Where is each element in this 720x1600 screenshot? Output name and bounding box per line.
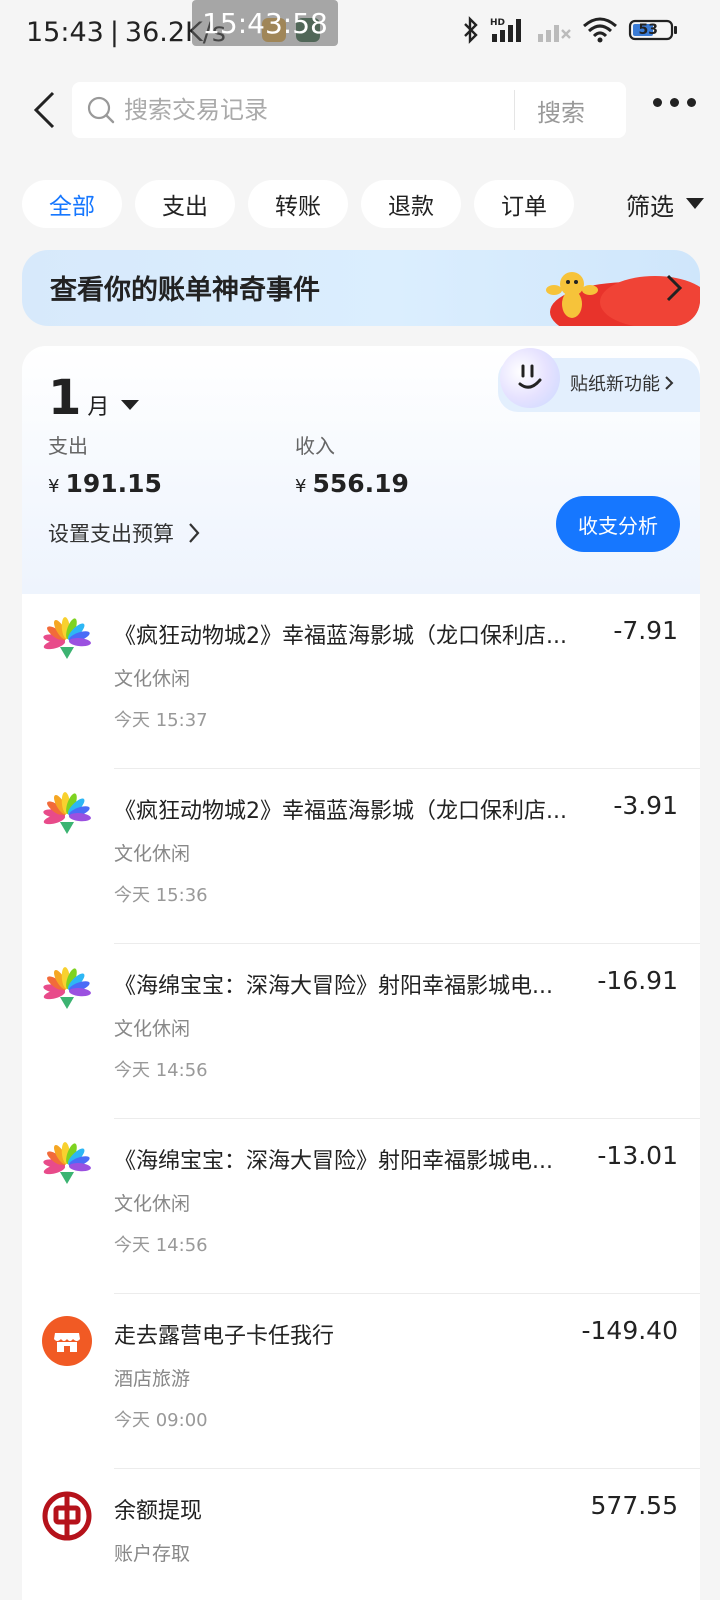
svg-text:HD: HD	[490, 18, 505, 28]
transaction-time: 今天 15:37	[114, 710, 208, 731]
chevron-right-icon	[665, 376, 674, 390]
tab-order[interactable]: 订单	[474, 180, 574, 228]
transaction-title: 《疯狂动物城2》幸福蓝海影城（龙口保利店...	[114, 624, 567, 649]
monthly-summary: 贴纸新功能 1 月 支出 ¥191.15 收入 ¥556.19 设置支出预算 收…	[22, 346, 700, 594]
transaction-row[interactable]: 《疯狂动物城2》幸福蓝海影城（龙口保利店... 文化休闲 今天 15:36 -3…	[22, 769, 700, 944]
chevron-right-icon	[189, 523, 200, 543]
signal-weak-icon	[538, 25, 571, 42]
transaction-category: 文化休闲	[114, 1018, 191, 1040]
battery-level: 53	[638, 22, 658, 38]
transaction-title: 走去露营电子卡任我行	[114, 1324, 335, 1349]
status-clock-overlay: 15:43:58	[192, 0, 338, 46]
transaction-category: 文化休闲	[114, 843, 191, 865]
transaction-title: 《海绵宝宝：深海大冒险》射阳幸福影城电...	[114, 974, 553, 999]
transaction-row[interactable]: 《海绵宝宝：深海大冒险》射阳幸福影城电... 文化休闲 今天 14:56 -13…	[22, 1119, 700, 1294]
movie-flower-icon	[43, 967, 91, 1009]
transaction-amount: -7.91	[613, 616, 678, 645]
transaction-amount: -13.01	[597, 1141, 678, 1170]
smiley-face-icon	[500, 348, 560, 408]
wifi-icon	[583, 17, 617, 43]
set-budget-label: 设置支出预算	[48, 522, 174, 546]
back-arrow-icon	[33, 91, 55, 129]
transaction-category: 文化休闲	[114, 1193, 191, 1215]
smiley-icon	[518, 364, 542, 389]
caret-down-icon	[686, 198, 704, 209]
more-dot-icon	[653, 98, 662, 107]
income-stat: 收入 ¥556.19	[295, 430, 409, 498]
bluetooth-icon	[464, 16, 478, 44]
expense-stat: 支出 ¥191.15	[48, 430, 162, 498]
transaction-category: 文化休闲	[114, 668, 191, 690]
expense-value: 191.15	[65, 469, 162, 498]
search-input[interactable]	[124, 96, 514, 124]
transaction-time: 今天 09:00	[114, 1410, 208, 1431]
transaction-time: 今天 14:56	[114, 1060, 208, 1081]
transaction-row[interactable]: 走去露营电子卡任我行 酒店旅游 今天 09:00 -149.40	[22, 1294, 700, 1469]
month-number: 1	[48, 370, 82, 426]
transaction-title: 余额提现	[114, 1499, 203, 1524]
sticker-feature-text: 贴纸新功能	[570, 374, 660, 395]
movie-flower-icon	[43, 1142, 91, 1184]
income-expense-analysis-button[interactable]: 收支分析	[556, 496, 680, 552]
more-options-button[interactable]	[653, 98, 696, 107]
filter-dropdown[interactable]: 筛选	[610, 180, 704, 228]
bank-icon	[42, 1491, 92, 1541]
movie-flower-icon	[43, 792, 91, 834]
more-dot-icon	[687, 98, 696, 107]
header: 搜索	[0, 80, 720, 140]
transaction-amount: -16.91	[597, 966, 678, 995]
transaction-row[interactable]: 余额提现 账户存取 577.55	[22, 1469, 700, 1600]
tab-all[interactable]: 全部	[22, 180, 122, 228]
transaction-title: 《海绵宝宝：深海大冒险》射阳幸福影城电...	[114, 1149, 553, 1174]
chevron-right-icon	[666, 274, 683, 302]
transaction-time: 今天 15:36	[114, 885, 208, 906]
more-dot-icon	[670, 98, 679, 107]
bill-events-banner[interactable]: 查看你的账单神奇事件	[22, 250, 700, 326]
transaction-amount: 577.55	[590, 1491, 678, 1520]
movie-flower-icon	[43, 617, 91, 659]
currency-symbol: ¥	[48, 476, 60, 497]
transaction-row[interactable]: 《海绵宝宝：深海大冒险》射阳幸福影城电... 文化休闲 今天 14:56 -16…	[22, 944, 700, 1119]
expense-label: 支出	[48, 434, 88, 458]
transaction-amount: -149.40	[581, 1316, 679, 1345]
filter-tabs: 全部 支出 转账 退款 订单 筛选	[0, 180, 720, 228]
tab-transfer[interactable]: 转账	[248, 180, 348, 228]
month-unit: 月	[87, 395, 110, 420]
tab-refund[interactable]: 退款	[361, 180, 461, 228]
transaction-time: 今天 14:56	[114, 1235, 208, 1256]
income-value: 556.19	[312, 469, 409, 498]
tab-expense[interactable]: 支出	[135, 180, 235, 228]
caret-down-icon	[121, 400, 140, 410]
transaction-category: 账户存取	[114, 1543, 191, 1565]
search-icon	[87, 96, 115, 124]
transaction-row[interactable]: 《疯狂动物城2》幸福蓝海影城（龙口保利店... 文化休闲 今天 15:37 -7…	[22, 594, 700, 769]
income-label: 收入	[295, 434, 335, 458]
transaction-category: 酒店旅游	[114, 1368, 191, 1390]
sticker-feature-tab[interactable]: 贴纸新功能	[498, 348, 700, 412]
banner-title: 查看你的账单神奇事件	[50, 275, 320, 306]
search-button[interactable]: 搜索	[515, 93, 607, 128]
filter-dropdown-label: 筛选	[626, 192, 674, 221]
sticker-feature-label: 贴纸新功能	[570, 370, 674, 396]
signal-hd-icon: HD	[490, 18, 521, 42]
set-budget-link[interactable]: 设置支出预算	[48, 518, 200, 548]
status-time: 15:43	[26, 16, 104, 48]
currency-symbol: ¥	[295, 476, 307, 497]
search-bar[interactable]: 搜索	[72, 82, 626, 138]
expense-value-row: ¥191.15	[48, 469, 162, 498]
income-value-row: ¥556.19	[295, 469, 409, 498]
shop-icon	[42, 1316, 92, 1366]
status-separator: |	[109, 16, 119, 48]
transaction-title: 《疯狂动物城2》幸福蓝海影城（龙口保利店...	[114, 799, 567, 824]
transaction-amount: -3.91	[613, 791, 678, 820]
back-button[interactable]	[24, 86, 64, 134]
transaction-list: 《疯狂动物城2》幸福蓝海影城（龙口保利店... 文化休闲 今天 15:37 -7…	[22, 594, 700, 1600]
month-selector[interactable]: 1 月	[48, 370, 140, 426]
bill-card: 贴纸新功能 1 月 支出 ¥191.15 收入 ¥556.19 设置支出预算 收…	[22, 346, 700, 1600]
